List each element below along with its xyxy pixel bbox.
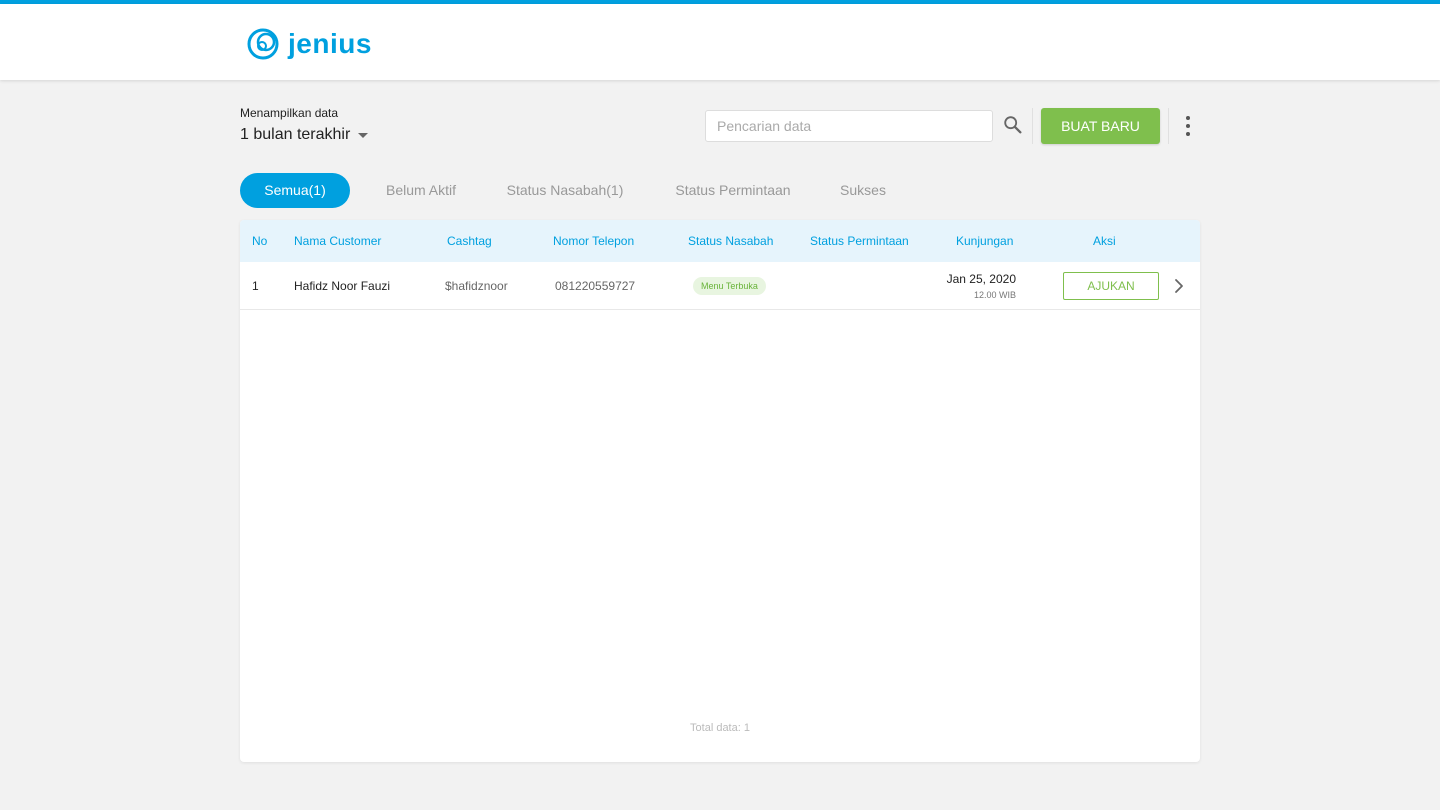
column-header-visit: Kunjungan: [956, 234, 1014, 248]
cell-visit: Jan 25, 2020 12.00 WIB: [947, 272, 1016, 302]
more-vertical-icon[interactable]: [1180, 114, 1196, 138]
total-count: Total data: 1: [690, 722, 750, 734]
brand-logo[interactable]: jenius: [246, 28, 372, 60]
tab-semua[interactable]: Semua(1): [240, 173, 350, 208]
brand-name: jenius: [288, 28, 372, 59]
chevron-right-icon[interactable]: [1171, 278, 1187, 294]
caret-down-icon: [358, 132, 369, 138]
column-header-action: Aksi: [1093, 234, 1116, 248]
date-range-dropdown[interactable]: 1 bulan terakhir: [240, 126, 369, 144]
jenius-rings-logo-icon: [247, 28, 279, 60]
customer-table-card: No Nama Customer Cashtag Nomor Telepon S…: [240, 220, 1200, 762]
column-header-phone: Nomor Telepon: [553, 234, 635, 248]
search-input[interactable]: [705, 110, 993, 142]
cell-phone: 081220559727: [555, 279, 636, 293]
cell-no: 1: [252, 279, 259, 293]
column-header-name: Nama Customer: [294, 234, 382, 248]
column-header-status-nasabah: Status Nasabah: [688, 234, 774, 248]
column-header-cashtag: Cashtag: [447, 234, 492, 248]
tab-status-permintaan[interactable]: Status Permintaan: [665, 173, 801, 208]
search-icon[interactable]: [1002, 114, 1024, 136]
toolbar-divider: [1032, 108, 1033, 144]
tab-belum-aktif[interactable]: Belum Aktif: [376, 173, 466, 208]
column-header-no: No: [252, 234, 268, 248]
date-range-value: 1 bulan terakhir: [240, 126, 351, 143]
column-header-status-permintaan: Status Permintaan: [810, 234, 909, 248]
create-new-button[interactable]: BUAT BARU: [1041, 108, 1160, 144]
toolbar-divider: [1168, 108, 1169, 144]
status-badge: Menu Terbuka: [693, 277, 766, 295]
tab-status-nasabah[interactable]: Status Nasabah(1): [496, 173, 634, 208]
visit-date: Jan 25, 2020: [946, 272, 1016, 286]
filter-caption: Menampilkan data: [240, 106, 339, 120]
submit-button[interactable]: AJUKAN: [1063, 272, 1159, 300]
table-header: No Nama Customer Cashtag Nomor Telepon S…: [240, 220, 1200, 262]
cell-cashtag: $hafidznoor: [445, 279, 508, 293]
cell-customer-name: Hafidz Noor Fauzi: [294, 279, 391, 293]
visit-time: 12.00 WIB: [973, 290, 1016, 300]
app-header: jenius: [0, 4, 1440, 80]
tab-sukses[interactable]: Sukses: [830, 173, 896, 208]
table-row[interactable]: 1 Hafidz Noor Fauzi $hafidznoor 08122055…: [240, 262, 1200, 310]
